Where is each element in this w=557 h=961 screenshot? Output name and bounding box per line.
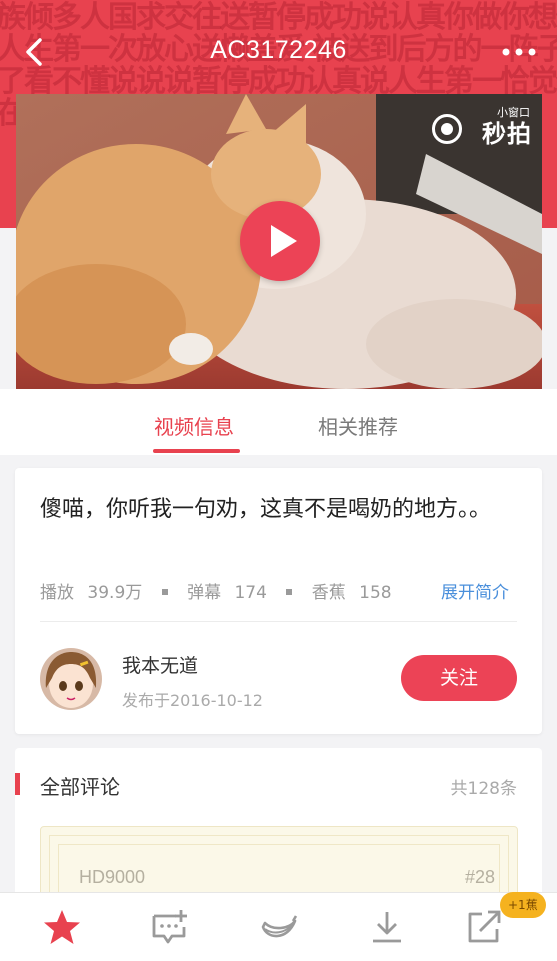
- banana-button[interactable]: [259, 907, 299, 947]
- video-title: 傻喵，你听我一句劝，这真不是喝奶的地方。。: [40, 497, 492, 522]
- play-count: 39.9万: [87, 583, 143, 603]
- danmaku-count: 174: [234, 583, 267, 603]
- video-info-card: 傻喵，你听我一句劝，这真不是喝奶的地方。。 播放 39.9万 弹幕 174 香蕉…: [15, 468, 542, 734]
- video-player[interactable]: 小窗口 秒拍: [16, 94, 542, 389]
- active-tab-indicator: [153, 449, 240, 453]
- more-dots-icon: [502, 48, 536, 56]
- follow-button[interactable]: 关注: [401, 655, 517, 701]
- banana-bonus-badge: +1蕉: [500, 892, 546, 918]
- expand-description-link[interactable]: 展开简介: [441, 578, 509, 603]
- share-icon: [468, 910, 501, 943]
- uploader-name[interactable]: 我本无道: [122, 651, 198, 678]
- publish-date: 发布于2016-10-12: [122, 691, 263, 710]
- more-button[interactable]: [499, 38, 539, 66]
- comment-user: HD9000: [79, 867, 146, 887]
- avatar-image: [40, 648, 102, 710]
- danmaku-count-label: 弹幕: [187, 583, 222, 603]
- comments-count: 共128条: [450, 779, 517, 799]
- watermark-brand: 秒拍: [482, 120, 532, 148]
- banana-count-label: 香蕉: [311, 583, 346, 603]
- video-stats: 播放 39.9万 弹幕 174 香蕉 158: [40, 578, 392, 603]
- banana-count: 158: [359, 583, 392, 603]
- bottom-action-bar: +1蕉: [0, 892, 557, 961]
- tab-related[interactable]: 相关推荐: [318, 411, 398, 440]
- comment-add-icon: [152, 910, 187, 944]
- comments-title: 全部评论: [40, 775, 120, 799]
- comments-card: 全部评论 共128条 HD9000 #28: [15, 748, 542, 927]
- watermark-logo-icon: [432, 114, 462, 144]
- comment-floor: #28: [464, 867, 495, 887]
- favorite-button[interactable]: [42, 907, 82, 947]
- page-title: AC3172246: [210, 36, 347, 64]
- tab-video-info[interactable]: 视频信息: [154, 411, 234, 440]
- star-icon: [44, 910, 80, 944]
- stat-separator: [286, 589, 293, 595]
- section-accent-bar: [15, 773, 20, 795]
- stat-separator: [161, 589, 168, 595]
- download-button[interactable]: [367, 907, 407, 947]
- download-icon: [373, 912, 401, 943]
- tab-bar: 视频信息 相关推荐: [0, 389, 557, 455]
- danmaku-button[interactable]: [150, 907, 190, 947]
- video-watermark: 小窗口 秒拍: [430, 104, 534, 148]
- avatar[interactable]: [40, 648, 102, 710]
- share-button[interactable]: [464, 907, 504, 947]
- play-count-label: 播放: [40, 583, 74, 603]
- play-button[interactable]: [240, 201, 320, 281]
- banana-icon: [261, 915, 298, 938]
- divider: [40, 621, 517, 622]
